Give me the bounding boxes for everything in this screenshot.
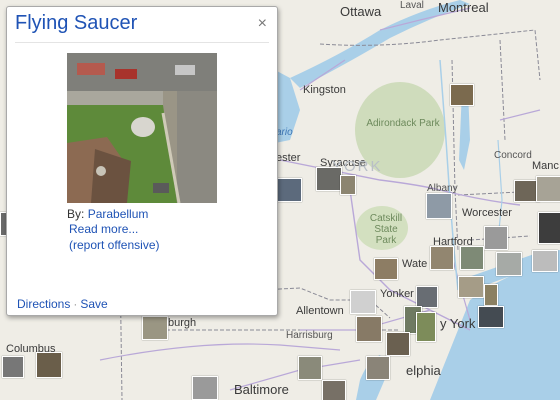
- photo-marker[interactable]: [36, 352, 62, 378]
- city-laval: Laval: [400, 0, 424, 11]
- label-ontario: ario: [276, 127, 293, 138]
- photo-marker[interactable]: [298, 356, 322, 380]
- photo-marker[interactable]: [450, 84, 474, 106]
- photo-marker[interactable]: [430, 246, 454, 270]
- city-baltimore: Baltimore: [234, 382, 289, 397]
- popup-actions: Directions · Save: [17, 297, 108, 311]
- photo-marker[interactable]: [340, 175, 356, 195]
- photo-marker[interactable]: [538, 212, 560, 244]
- photo-marker[interactable]: [532, 250, 558, 272]
- city-ottawa: Ottawa: [340, 4, 382, 19]
- city-montreal: Montreal: [438, 0, 489, 15]
- city-concord: Concord: [494, 150, 532, 161]
- report-offensive-link[interactable]: (report offensive): [69, 238, 160, 252]
- photo-marker[interactable]: [276, 178, 302, 202]
- photo-marker[interactable]: [350, 290, 376, 314]
- highway-i89: [499, 109, 541, 121]
- photo-info-popup: Flying Saucer × By: Parabellum Read more…: [6, 6, 278, 316]
- read-more-link[interactable]: Read more...: [69, 222, 138, 236]
- city-harrisburg: Harrisburg: [286, 330, 333, 341]
- author-link[interactable]: Parabellum: [88, 207, 149, 221]
- photo-marker[interactable]: [458, 276, 484, 298]
- city-allentown: Allentown: [296, 305, 344, 317]
- park-adirondack: Adirondack Park: [366, 118, 440, 129]
- photo-marker[interactable]: [484, 226, 508, 250]
- photo-marker[interactable]: [356, 316, 382, 342]
- photo-marker[interactable]: [416, 312, 436, 342]
- border-vt-nh: [499, 39, 506, 141]
- popup-divider: [15, 42, 269, 43]
- park-catskill: Catskill State Park: [369, 213, 403, 246]
- popup-title: Flying Saucer: [15, 12, 138, 34]
- city-pittsburgh: burgh: [168, 317, 197, 329]
- by-label: By:: [67, 207, 85, 221]
- photo-marker[interactable]: [478, 306, 504, 328]
- city-yonkers: Yonker: [380, 288, 414, 300]
- photo-marker[interactable]: [374, 258, 398, 280]
- city-rochester: ester: [276, 152, 301, 164]
- photo-marker[interactable]: [536, 176, 560, 202]
- photo-marker[interactable]: [316, 167, 342, 191]
- city-kingston: Kingston: [303, 84, 346, 96]
- photo-marker[interactable]: [460, 246, 484, 270]
- close-icon[interactable]: ×: [258, 15, 267, 33]
- city-waterbury: Wate: [402, 258, 428, 270]
- city-worcester: Worcester: [462, 207, 512, 219]
- city-philadelphia: elphia: [406, 363, 441, 378]
- save-link[interactable]: Save: [80, 297, 107, 311]
- photo-marker[interactable]: [366, 356, 390, 380]
- photo-marker[interactable]: [192, 376, 218, 400]
- map-canvas[interactable]: Ottawa Laval Montreal Kingston ario este…: [0, 0, 560, 400]
- city-manchester: Manc: [532, 160, 559, 172]
- city-new-york: y York: [440, 316, 476, 331]
- photo-preview[interactable]: [67, 53, 217, 203]
- photo-marker[interactable]: [416, 286, 438, 308]
- photo-marker[interactable]: [142, 316, 168, 340]
- directions-link[interactable]: Directions: [17, 297, 70, 311]
- photo-marker[interactable]: [496, 252, 522, 276]
- photo-marker[interactable]: [426, 193, 452, 219]
- photo-marker[interactable]: [484, 284, 498, 306]
- photo-marker[interactable]: [322, 380, 346, 400]
- photo-marker[interactable]: [386, 332, 410, 356]
- author-line: By: Parabellum: [67, 207, 148, 221]
- photo-marker[interactable]: [2, 356, 24, 378]
- separator: ·: [73, 297, 78, 311]
